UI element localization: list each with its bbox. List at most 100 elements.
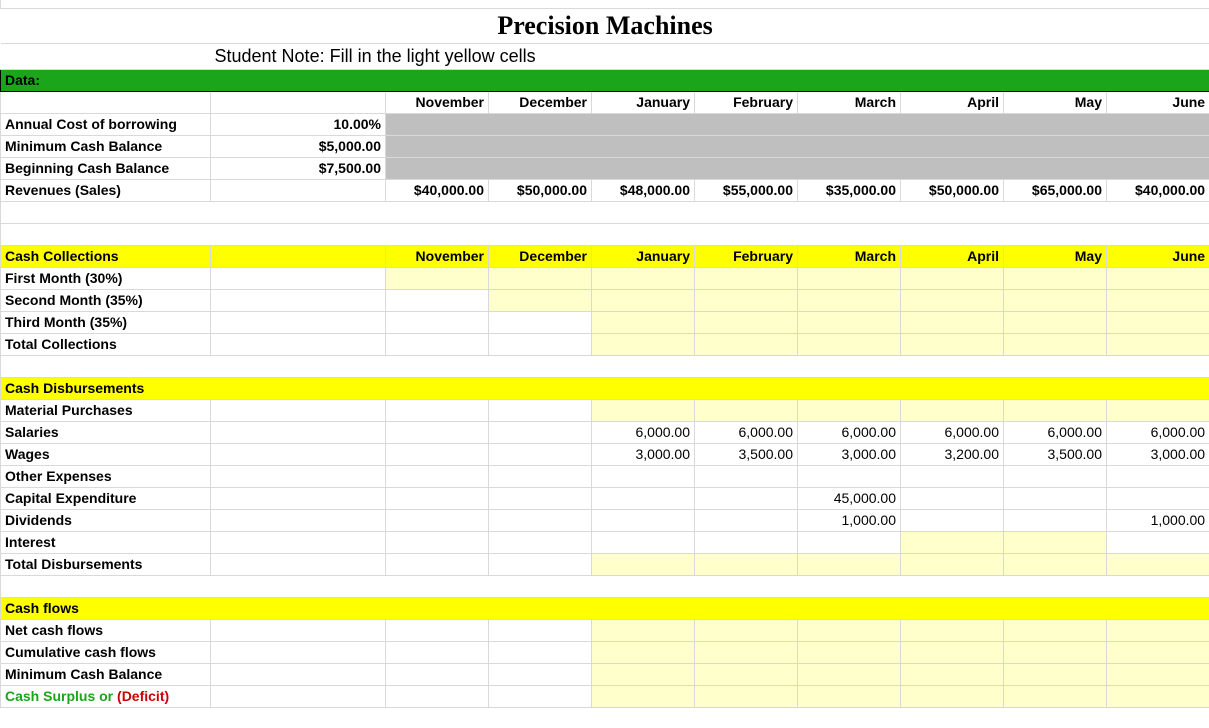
cell-value[interactable]: $5,000.00 (211, 135, 386, 157)
cell[interactable]: 3,200.00 (901, 443, 1004, 465)
cell[interactable] (798, 531, 901, 553)
cell[interactable] (1107, 487, 1209, 509)
cell-input[interactable] (1107, 399, 1209, 421)
cell[interactable] (489, 531, 592, 553)
cell[interactable] (386, 399, 489, 421)
cell-input[interactable] (592, 619, 695, 641)
cell[interactable]: 3,000.00 (1107, 443, 1209, 465)
cell-input[interactable] (901, 333, 1004, 355)
cell-input[interactable] (798, 641, 901, 663)
cell-input[interactable] (592, 333, 695, 355)
cell[interactable] (489, 641, 592, 663)
cell-input[interactable] (1004, 685, 1107, 707)
cell[interactable] (386, 289, 489, 311)
cell[interactable] (901, 487, 1004, 509)
cell[interactable] (592, 487, 695, 509)
cell-input[interactable] (1107, 641, 1209, 663)
cell[interactable] (386, 685, 489, 707)
cell-input[interactable] (901, 553, 1004, 575)
cell-input[interactable] (1107, 553, 1209, 575)
cell-input[interactable] (901, 531, 1004, 553)
cell[interactable]: 3,000.00 (798, 443, 901, 465)
cell[interactable]: 1,000.00 (1107, 509, 1209, 531)
cell-input[interactable] (1004, 619, 1107, 641)
cell[interactable] (386, 333, 489, 355)
cell-input[interactable] (592, 311, 695, 333)
cell[interactable] (386, 311, 489, 333)
cell-input[interactable] (1004, 289, 1107, 311)
cell[interactable]: 6,000.00 (695, 421, 798, 443)
cell-value[interactable]: $7,500.00 (211, 157, 386, 179)
cell[interactable]: 6,000.00 (901, 421, 1004, 443)
cell-value[interactable]: $40,000.00 (1107, 179, 1209, 201)
cell-input[interactable] (386, 267, 489, 289)
cell-input[interactable] (695, 553, 798, 575)
cell-input[interactable] (901, 641, 1004, 663)
cell-input[interactable] (489, 289, 592, 311)
cell-input[interactable] (1107, 663, 1209, 685)
cell[interactable] (489, 509, 592, 531)
cell[interactable] (489, 685, 592, 707)
cell-input[interactable] (695, 663, 798, 685)
cell[interactable] (386, 421, 489, 443)
cell[interactable] (695, 509, 798, 531)
cell[interactable]: 6,000.00 (1107, 421, 1209, 443)
cell[interactable]: 3,000.00 (592, 443, 695, 465)
cell-input[interactable] (592, 553, 695, 575)
cell[interactable]: 3,500.00 (1004, 443, 1107, 465)
cell-input[interactable] (1107, 619, 1209, 641)
cell-input[interactable] (695, 311, 798, 333)
cell[interactable] (386, 553, 489, 575)
cell-input[interactable] (901, 289, 1004, 311)
cell[interactable]: 6,000.00 (798, 421, 901, 443)
cell-input[interactable] (1004, 311, 1107, 333)
cell[interactable] (386, 443, 489, 465)
cell-value[interactable]: $50,000.00 (489, 179, 592, 201)
cell-input[interactable] (798, 663, 901, 685)
cell-input[interactable] (798, 311, 901, 333)
cell-input[interactable] (901, 311, 1004, 333)
cell-input[interactable] (592, 289, 695, 311)
cell-input[interactable] (1004, 663, 1107, 685)
cell[interactable] (386, 619, 489, 641)
cell-value[interactable]: $35,000.00 (798, 179, 901, 201)
cell-input[interactable] (1107, 289, 1209, 311)
cell[interactable]: 1,000.00 (798, 509, 901, 531)
cell-input[interactable] (901, 685, 1004, 707)
cell-input[interactable] (901, 663, 1004, 685)
cell-input[interactable] (1004, 641, 1107, 663)
cell-value[interactable]: $50,000.00 (901, 179, 1004, 201)
cell-input[interactable] (592, 641, 695, 663)
cell-input[interactable] (1107, 311, 1209, 333)
cell-input[interactable] (592, 267, 695, 289)
cell[interactable] (489, 333, 592, 355)
cell[interactable] (489, 553, 592, 575)
cell[interactable] (695, 487, 798, 509)
cell-input[interactable] (798, 333, 901, 355)
cell[interactable] (489, 421, 592, 443)
cell-input[interactable] (901, 619, 1004, 641)
cell-input[interactable] (798, 289, 901, 311)
cell-input[interactable] (798, 553, 901, 575)
cell[interactable] (489, 487, 592, 509)
cell-input[interactable] (695, 267, 798, 289)
cell[interactable] (489, 619, 592, 641)
cell[interactable] (592, 509, 695, 531)
cell-input[interactable] (1004, 553, 1107, 575)
cell-input[interactable] (695, 619, 798, 641)
cell-input[interactable] (1107, 333, 1209, 355)
cell-input[interactable] (592, 399, 695, 421)
cell[interactable] (386, 641, 489, 663)
cell[interactable] (695, 531, 798, 553)
cell-input[interactable] (695, 641, 798, 663)
cell-input[interactable] (1107, 267, 1209, 289)
cell-input[interactable] (1107, 685, 1209, 707)
cell-input[interactable] (798, 685, 901, 707)
cell[interactable] (489, 443, 592, 465)
cell[interactable] (1004, 487, 1107, 509)
cell[interactable] (386, 663, 489, 685)
cell-value[interactable]: $65,000.00 (1004, 179, 1107, 201)
cell[interactable] (386, 509, 489, 531)
cell-input[interactable] (695, 399, 798, 421)
cell[interactable] (489, 399, 592, 421)
